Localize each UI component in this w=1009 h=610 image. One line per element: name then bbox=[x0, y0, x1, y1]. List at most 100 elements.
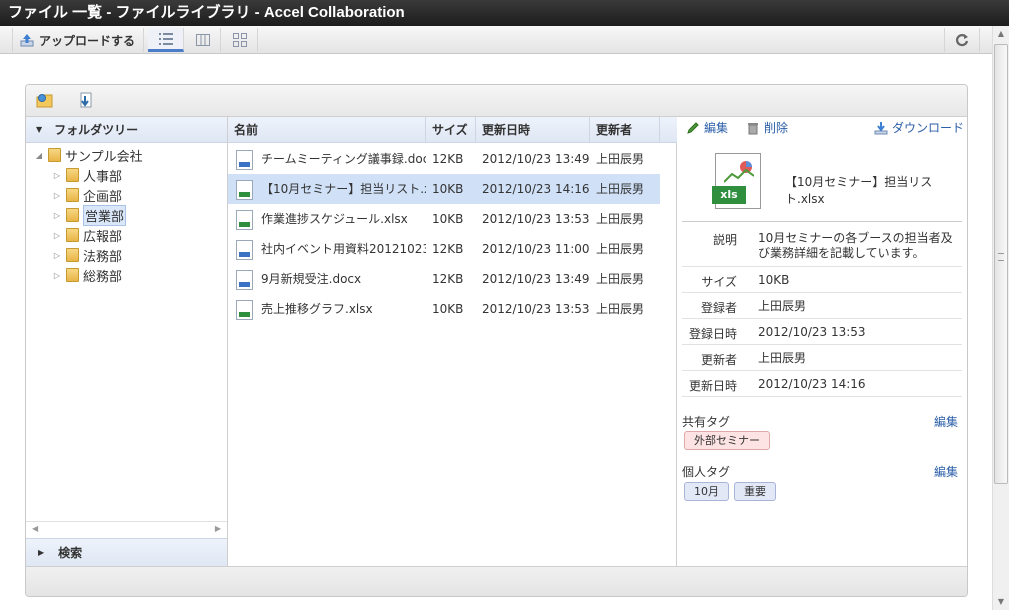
file-size: 10KB bbox=[432, 212, 464, 226]
folder-icon bbox=[66, 208, 79, 222]
expand-arrow-icon[interactable]: ▷ bbox=[52, 231, 62, 240]
xlsx-large-icon: xls bbox=[712, 153, 761, 209]
scroll-down-arrow[interactable]: ▼ bbox=[993, 594, 1009, 610]
property-key: 更新日時 bbox=[688, 379, 737, 393]
file-name: 【10月セミナー】担当リスト.xlsx bbox=[261, 182, 426, 196]
new-folder-icon[interactable] bbox=[36, 92, 54, 110]
expand-arrow-icon[interactable]: ▷ bbox=[52, 251, 62, 260]
shared-tags-header: 共有タグ 編集 bbox=[682, 413, 962, 430]
delete-button[interactable]: 削除 bbox=[746, 119, 788, 136]
folder-icon bbox=[66, 268, 79, 282]
file-row[interactable]: 社内イベント用資料20121023.d 12KB 2012/10/23 11:0… bbox=[228, 234, 660, 264]
edit-button[interactable]: 編集 bbox=[686, 119, 728, 136]
xlsx-file-icon bbox=[236, 180, 253, 200]
tree-folder-item[interactable]: ▷ 法務部 bbox=[52, 245, 122, 265]
personal-tag[interactable]: 10月 bbox=[684, 482, 729, 501]
search-label: 検索 bbox=[58, 546, 83, 560]
property-key: 登録日時 bbox=[688, 327, 737, 341]
file-row[interactable]: 作業進捗スケジュール.xlsx 10KB 2012/10/23 13:53 上田… bbox=[228, 204, 660, 234]
column-view-icon bbox=[195, 34, 210, 46]
column-header-name[interactable]: 名前 bbox=[228, 117, 426, 143]
scroll-left-arrow[interactable]: ◀ bbox=[32, 524, 38, 533]
personal-tags-edit-link[interactable]: 編集 bbox=[934, 463, 958, 480]
docx-file-icon bbox=[236, 270, 253, 290]
file-updated: 2012/10/23 13:49 bbox=[482, 272, 590, 286]
file-list-header: 名前 サイズ 更新日時 更新者 bbox=[228, 117, 677, 143]
upload-label: アップロードする bbox=[39, 33, 136, 48]
column-header-size[interactable]: サイズ bbox=[426, 117, 476, 143]
delete-label: 削除 bbox=[764, 121, 789, 135]
file-updater: 上田辰男 bbox=[596, 182, 645, 196]
file-row-selected[interactable]: 【10月セミナー】担当リスト.xlsx 10KB 2012/10/23 14:1… bbox=[228, 174, 660, 204]
move-file-icon[interactable] bbox=[76, 92, 94, 110]
file-updated: 2012/10/23 13:53 bbox=[482, 302, 590, 316]
tree-folder-item[interactable]: ▷ 広報部 bbox=[52, 225, 122, 245]
scroll-thumb[interactable] bbox=[994, 44, 1008, 484]
upload-button[interactable]: アップロードする bbox=[12, 28, 145, 52]
expand-arrow-icon[interactable]: ▷ bbox=[52, 171, 62, 180]
list-view-button[interactable] bbox=[148, 28, 184, 52]
detail-file-name: 【10月セミナー】担当リスト.xlsx bbox=[785, 175, 933, 206]
property-key: サイズ bbox=[701, 275, 737, 289]
file-size: 12KB bbox=[432, 242, 464, 256]
property-value: 上田辰男 bbox=[758, 351, 807, 365]
pencil-icon bbox=[687, 121, 699, 134]
file-name: 9月新規受注.docx bbox=[261, 272, 362, 286]
shared-tags-edit-link[interactable]: 編集 bbox=[934, 413, 958, 430]
expand-icon: ▶ bbox=[38, 548, 45, 557]
file-row[interactable]: 9月新規受注.docx 12KB 2012/10/23 13:49 上田辰男 bbox=[228, 264, 660, 294]
column-view-button[interactable] bbox=[185, 28, 221, 52]
tree-horizontal-scrollbar[interactable]: ◀ ▶ bbox=[26, 521, 227, 537]
chart-thumbnail-icon bbox=[724, 161, 754, 183]
file-name: チームミーティング議事録.docx bbox=[261, 152, 426, 166]
file-row[interactable]: チームミーティング議事録.docx 12KB 2012/10/23 13:49 … bbox=[228, 144, 660, 174]
property-description: 説明 10月セミナーの各ブースの担当者及び業務詳細を記載しています。 bbox=[682, 229, 962, 267]
property-value: 2012/10/23 13:53 bbox=[758, 325, 866, 339]
folder-tree-header[interactable]: ▼ フォルダツリー bbox=[26, 117, 227, 143]
file-detail-pane: 編集 削除 ダウンロード xls 【10月セミナー】担当リスト.xlsx 説明 … bbox=[678, 117, 967, 566]
trash-icon bbox=[748, 122, 758, 134]
tree-root-item[interactable]: ◢ サンプル会社 bbox=[34, 145, 143, 165]
shared-tag[interactable]: 外部セミナー bbox=[684, 431, 770, 450]
file-name: 作業進捗スケジュール.xlsx bbox=[261, 212, 408, 226]
tree-folder-item[interactable]: ▷ 総務部 bbox=[52, 265, 122, 285]
thumbnail-view-button[interactable] bbox=[222, 28, 258, 52]
refresh-button[interactable] bbox=[944, 28, 980, 52]
folder-tree-pane: ▼ フォルダツリー ◢ サンプル会社 ▷ 人事部 ▷ 企画部 ▷ 営業部 ▷ 広… bbox=[26, 117, 228, 566]
collapse-arrow-icon[interactable]: ◢ bbox=[34, 151, 44, 160]
download-button[interactable]: ダウンロード bbox=[874, 119, 964, 136]
property-key: 更新者 bbox=[700, 353, 737, 367]
folder-icon bbox=[48, 148, 61, 162]
tree-folder-label: 営業部 bbox=[83, 204, 127, 226]
expand-arrow-icon[interactable]: ▷ bbox=[52, 271, 62, 280]
personal-tags-header: 個人タグ 編集 bbox=[682, 463, 962, 480]
edit-label: 編集 bbox=[704, 121, 729, 135]
expand-arrow-icon[interactable]: ▷ bbox=[52, 211, 62, 220]
docx-file-icon bbox=[236, 150, 253, 170]
column-header-updater[interactable]: 更新者 bbox=[590, 117, 660, 143]
property-registered-at: 登録日時 2012/10/23 13:53 bbox=[682, 319, 962, 345]
folder-icon bbox=[66, 248, 79, 262]
tree-folder-item[interactable]: ▷ 企画部 bbox=[52, 185, 122, 205]
panel-footer bbox=[26, 566, 967, 596]
tree-folder-item[interactable]: ▷ 人事部 bbox=[52, 165, 122, 185]
tree-folder-label: 広報部 bbox=[83, 229, 123, 245]
shared-tags-label: 共有タグ bbox=[682, 415, 731, 429]
file-updated: 2012/10/23 13:49 bbox=[482, 152, 590, 166]
tree-folder-item-selected[interactable]: ▷ 営業部 bbox=[52, 204, 127, 226]
scroll-up-arrow[interactable]: ▲ bbox=[993, 26, 1009, 42]
scroll-right-arrow[interactable]: ▶ bbox=[215, 524, 221, 533]
upload-icon bbox=[20, 34, 34, 47]
page-scrollbar[interactable]: ▲ ▼ bbox=[992, 26, 1009, 610]
search-section-header[interactable]: ▶ 検索 bbox=[26, 538, 227, 566]
refresh-icon bbox=[955, 34, 969, 47]
file-row[interactable]: 売上推移グラフ.xlsx 10KB 2012/10/23 13:53 上田辰男 bbox=[228, 294, 660, 324]
divider bbox=[682, 221, 962, 222]
file-size: 10KB bbox=[432, 182, 464, 196]
xlsx-file-icon bbox=[236, 210, 253, 230]
expand-arrow-icon[interactable]: ▷ bbox=[52, 191, 62, 200]
download-icon bbox=[874, 121, 888, 134]
personal-tag[interactable]: 重要 bbox=[734, 482, 776, 501]
property-size: サイズ 10KB bbox=[682, 267, 962, 293]
column-header-updated[interactable]: 更新日時 bbox=[476, 117, 590, 143]
